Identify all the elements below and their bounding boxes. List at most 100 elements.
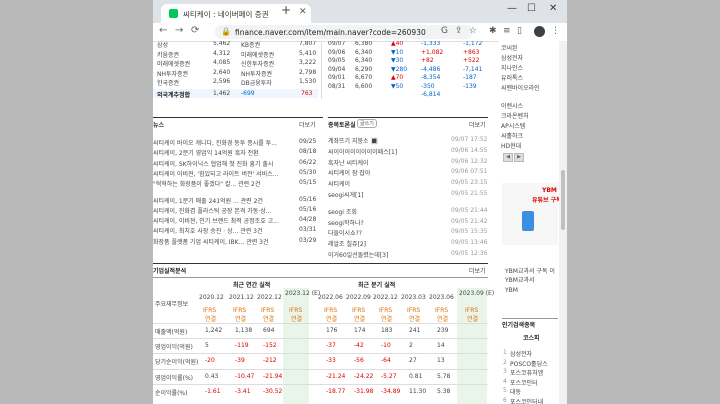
board-item[interactable]: 레알조 칠쥬[2]	[328, 239, 366, 248]
news-item[interactable]: 씨티케이, SK하이닉스 협업해 첫 진화 흥기 출시	[153, 159, 273, 168]
extension-icon[interactable]: ✱	[489, 26, 497, 36]
sidepanel-icon[interactable]: ▯	[517, 26, 522, 36]
url-field[interactable]: 🔒 finance.naver.com/item/main.naver?code…	[215, 25, 473, 39]
media-icon[interactable]: ≡	[503, 26, 511, 36]
fin-quarter-value: 5.38	[437, 387, 451, 395]
close-tab-icon[interactable]: ✕	[299, 7, 307, 17]
right-margin	[567, 0, 720, 404]
daily-change: ▼10	[391, 48, 404, 56]
profile-avatar[interactable]	[534, 26, 545, 37]
ifrs-sub: 연결	[205, 316, 217, 323]
back-icon[interactable]: ←	[159, 25, 167, 36]
news-item[interactable]: 씨티케이, 이비젼, 인기 브랜드 최적 공정조호 고...	[153, 216, 279, 225]
google-icon[interactable]: G	[441, 26, 448, 36]
fin-more-link[interactable]: 더보기	[469, 266, 486, 275]
rank-item[interactable]: 대동	[510, 387, 521, 396]
news-item[interactable]: 씨티케이, 2분기 영업익 14억원 흑자 전환	[153, 148, 259, 157]
next-arrow-icon[interactable]: ▶	[514, 153, 524, 162]
daily-volume2: -7,141	[463, 65, 483, 73]
right-stock-item[interactable]: HD현대	[501, 141, 521, 150]
foreign-v1: 1,462	[213, 90, 231, 97]
news-item[interactable]: 씨티케이, 진화겸 플라스틱 공장 본격 가동·상...	[153, 206, 271, 215]
board-item[interactable]: 씨이이이이이이이이패스[1]	[328, 147, 397, 156]
scrollbar-thumb[interactable]	[561, 170, 565, 230]
maximize-icon[interactable]: ☐	[527, 3, 536, 14]
board-item[interactable]: 씨티케이 잠 잡아	[328, 168, 370, 177]
ifrs-label: IFRS	[352, 307, 366, 314]
news-date: 03/31	[299, 226, 317, 234]
news-item[interactable]: 씨티케이 이비젼, '힘있되고 라이트 버전' 서비스...	[153, 169, 278, 178]
bookmark-star-icon[interactable]: ☆	[469, 26, 477, 36]
right-stock-item[interactable]: 유러톡스	[501, 73, 523, 82]
prev-arrow-icon[interactable]: ◀	[503, 153, 513, 162]
rank-tab-kospi[interactable]: 코스피	[523, 333, 540, 342]
news-item[interactable]: 씨티케이 바이오 캐니다, 진화경 동투 증시를 투...	[153, 138, 277, 147]
right-stock-item[interactable]: 지나인스	[501, 63, 523, 72]
rank-number: 2	[503, 358, 507, 366]
close-window-icon[interactable]: ✕	[549, 3, 557, 14]
board-date: 09/05 21:55	[451, 190, 488, 197]
news-item[interactable]: "혁혁하는 화장품이 좋겠다" 칼... 관련 2건	[153, 179, 260, 188]
share-icon[interactable]: ⇪	[455, 26, 463, 36]
right-stock-item[interactable]: 코씨된	[501, 43, 518, 52]
ad-title: YBM	[542, 187, 557, 194]
right-stock-item[interactable]: 씨홀하크	[501, 131, 523, 140]
ad-banner[interactable]: YBM 유튜브 구독	[502, 183, 562, 245]
board-write-button[interactable]: 글쓰기	[357, 119, 377, 128]
news-more-link[interactable]: 더보기	[299, 120, 316, 129]
fin-quarter-value: 241	[409, 327, 421, 334]
board-item[interactable]: 다들이시쇼??	[328, 228, 362, 237]
board-item[interactable]: 씨티케이	[328, 179, 350, 188]
daily-volume: +1,082	[421, 48, 444, 56]
daily-price: 6,290	[355, 65, 373, 73]
address-bar: ← → ⟳ 🔒 finance.naver.com/item/main.nave…	[153, 23, 567, 42]
news-item[interactable]: 화장품 플랫폼 기업 씨티케이, IBK... 관련 3건	[153, 237, 269, 246]
minimize-icon[interactable]: —	[507, 3, 517, 14]
rank-item[interactable]: 포스코인터	[510, 378, 538, 387]
fin-quarter-value: -24.22	[354, 372, 374, 380]
broker-value: 2,640	[213, 68, 231, 76]
foreign-v3: 763	[301, 90, 313, 97]
news-item[interactable]: 씨티케이, 1분기 매출 241억원 ... 관련 2건	[153, 196, 263, 205]
right-stock-item[interactable]: AP시스템	[501, 121, 525, 130]
board-item[interactable]: seogi 조회	[328, 207, 357, 216]
board-title: 종목토론실	[328, 122, 356, 129]
ifrs-label: IFRS	[465, 307, 479, 314]
board-item[interactable]: seogi씨게[1]	[328, 190, 364, 199]
broker-name: DB금융투자	[241, 80, 272, 87]
news-date: 05/30	[299, 168, 317, 176]
reload-icon[interactable]: ⟳	[191, 25, 199, 36]
broker-name: 미래에셋증권	[241, 51, 275, 59]
rank-item[interactable]: 포스코인터내	[510, 397, 543, 404]
board-item[interactable]: 계좌뜨기 지붕소 🔳	[328, 136, 378, 145]
rank-item[interactable]: POSCO홀딩스	[510, 359, 548, 368]
daily-price: 6,670	[355, 74, 373, 81]
menu-icon[interactable]: ⋮	[551, 26, 560, 36]
board-item[interactable]: 흑자난 씨티케이	[328, 158, 369, 167]
ad-text-1[interactable]: YBM교과서 구독 이	[505, 266, 555, 275]
ifrs-label: IFRS	[261, 307, 275, 314]
rank-item[interactable]: 삼성전자	[510, 349, 532, 358]
board-item[interactable]: 이거60일선돌렸는데[3]	[328, 250, 388, 259]
right-stock-item[interactable]: 이렌시스	[501, 101, 523, 110]
broker-value: 3,222	[299, 59, 317, 66]
news-item[interactable]: 씨티케이, 최치호 사장 승진 · 상... 관련 3건	[153, 226, 263, 235]
row-header: 주요재무정보	[155, 301, 189, 308]
foreign-v2: -699	[241, 90, 255, 97]
right-stock-item[interactable]: 씨맨바이오라인	[501, 83, 540, 92]
fin-quarter-value: -10	[381, 342, 391, 350]
daily-date: 09/04	[328, 65, 346, 73]
forward-icon[interactable]: →	[175, 25, 183, 36]
new-tab-icon[interactable]: +	[281, 3, 291, 17]
daily-change: ▲70	[391, 74, 404, 81]
board-date: 09/05 21:44	[451, 206, 488, 214]
rank-title: 인기검색종목	[502, 322, 536, 329]
board-item[interactable]: seogi학하나?	[328, 218, 364, 227]
right-stock-item[interactable]: 크라온벤처	[501, 111, 529, 120]
board-more-link[interactable]: 더보기	[469, 120, 486, 129]
news-date: 04/28	[299, 216, 317, 224]
daily-date: 08/31	[328, 82, 346, 90]
daily-date: 09/07	[328, 41, 346, 47]
right-stock-item[interactable]: 삼성전자	[501, 53, 523, 62]
rank-item[interactable]: 포스코퓨처엠	[510, 368, 543, 377]
